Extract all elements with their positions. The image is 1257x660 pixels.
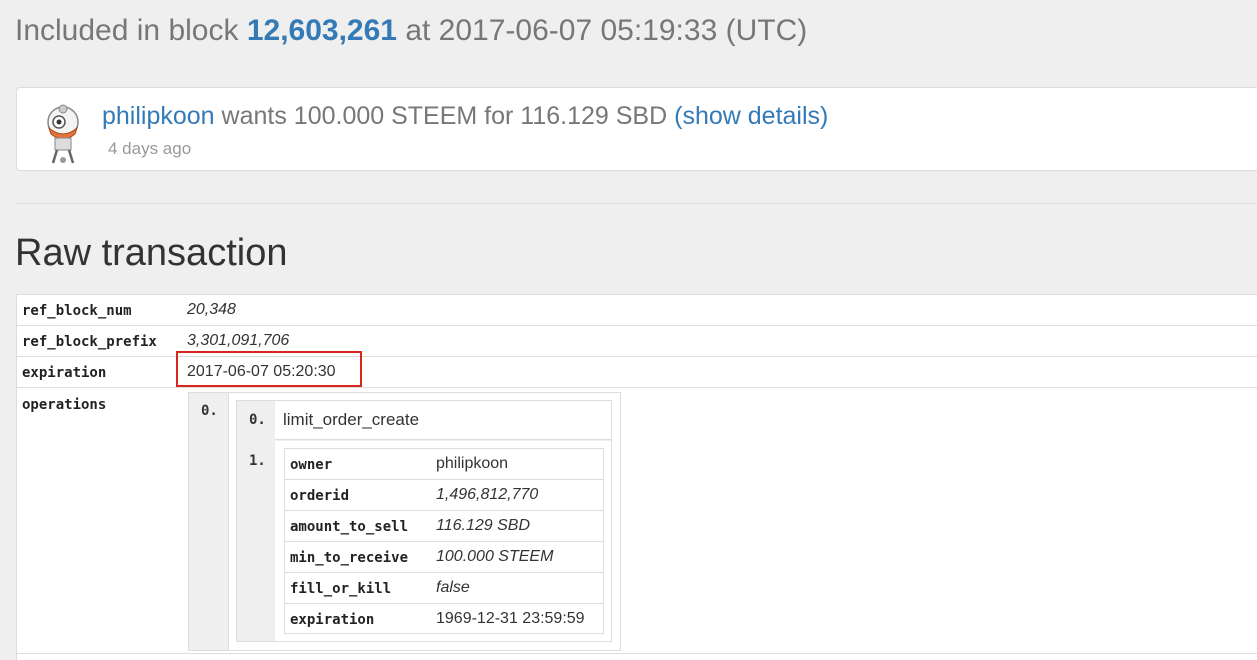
params-table: owner philipkoon orderid 1,496,812,770 a… [284,448,604,634]
param-key: amount_to_sell [290,519,409,535]
param-key: expiration [290,612,375,628]
operation-card: philipkoon wants 100.000 STEEM for 116.1… [16,87,1257,171]
block-prefix-text: Included in block [15,14,239,47]
param-value: philipkoon [436,455,509,472]
param-row: expiration 1969-12-31 23:59:59 [285,604,603,635]
raw-row-ref-block-num: ref_block_num 20,348 [17,295,1257,326]
block-timestamp-text: at 2017-06-07 05:19:33 (UTC) [405,14,808,47]
param-key: orderid [290,488,350,504]
raw-key: ref_block_prefix [22,334,157,350]
param-key: min_to_receive [290,550,409,566]
param-value: 100.000 STEEM [436,548,554,565]
operation-entry: 0. limit_order_create 1. owner philipkoo… [228,393,620,650]
user-link[interactable]: philipkoon [102,102,215,130]
param-value: false [436,579,470,596]
operation-pair: 0. limit_order_create 1. owner philipkoo… [236,400,612,642]
operation-time: 4 days ago [108,139,192,158]
param-row: min_to_receive 100.000 STEEM [285,542,603,573]
raw-key-operations: operations [22,397,107,413]
operations-list: 0. 0. limit_order_create 1. owner philip… [188,392,621,651]
operation-name: limit_order_create [283,410,420,429]
param-key: owner [290,457,333,473]
operation-params-cell: owner philipkoon orderid 1,496,812,770 a… [275,441,611,641]
param-row: owner philipkoon [285,449,603,480]
raw-value: 20,348 [187,301,236,318]
operation-index: 0. [201,403,218,419]
raw-transaction-table: ref_block_num 20,348 ref_block_prefix 3,… [16,294,1257,660]
raw-transaction-heading: Raw transaction [15,232,288,274]
pair-index: 1. [249,453,266,469]
section-divider [15,203,1257,204]
show-details-link[interactable]: (show details) [674,102,828,130]
avatar [47,104,79,164]
param-value: 116.129 SBD [436,517,530,534]
param-value: 1969-12-31 23:59:59 [436,610,585,627]
block-title: Included in block 12,603,261 at 2017-06-… [15,14,807,48]
table-bottom-border [17,653,1257,654]
block-number-link[interactable]: 12,603,261 [247,14,397,47]
param-row: orderid 1,496,812,770 [285,480,603,511]
pair-index: 0. [249,412,266,428]
raw-key: ref_block_num [22,303,132,319]
expiration-highlight [176,351,362,387]
operation-text: wants 100.000 STEEM for 116.129 SBD [221,102,668,130]
operation-summary: philipkoon wants 100.000 STEEM for 116.1… [102,102,828,131]
param-row: fill_or_kill false [285,573,603,604]
param-value: 1,496,812,770 [436,486,539,503]
raw-key: expiration [22,365,107,381]
param-row: amount_to_sell 116.129 SBD [285,511,603,542]
operation-name-cell: limit_order_create [275,401,611,440]
raw-value: 3,301,091,706 [187,332,290,349]
param-key: fill_or_kill [290,581,392,597]
